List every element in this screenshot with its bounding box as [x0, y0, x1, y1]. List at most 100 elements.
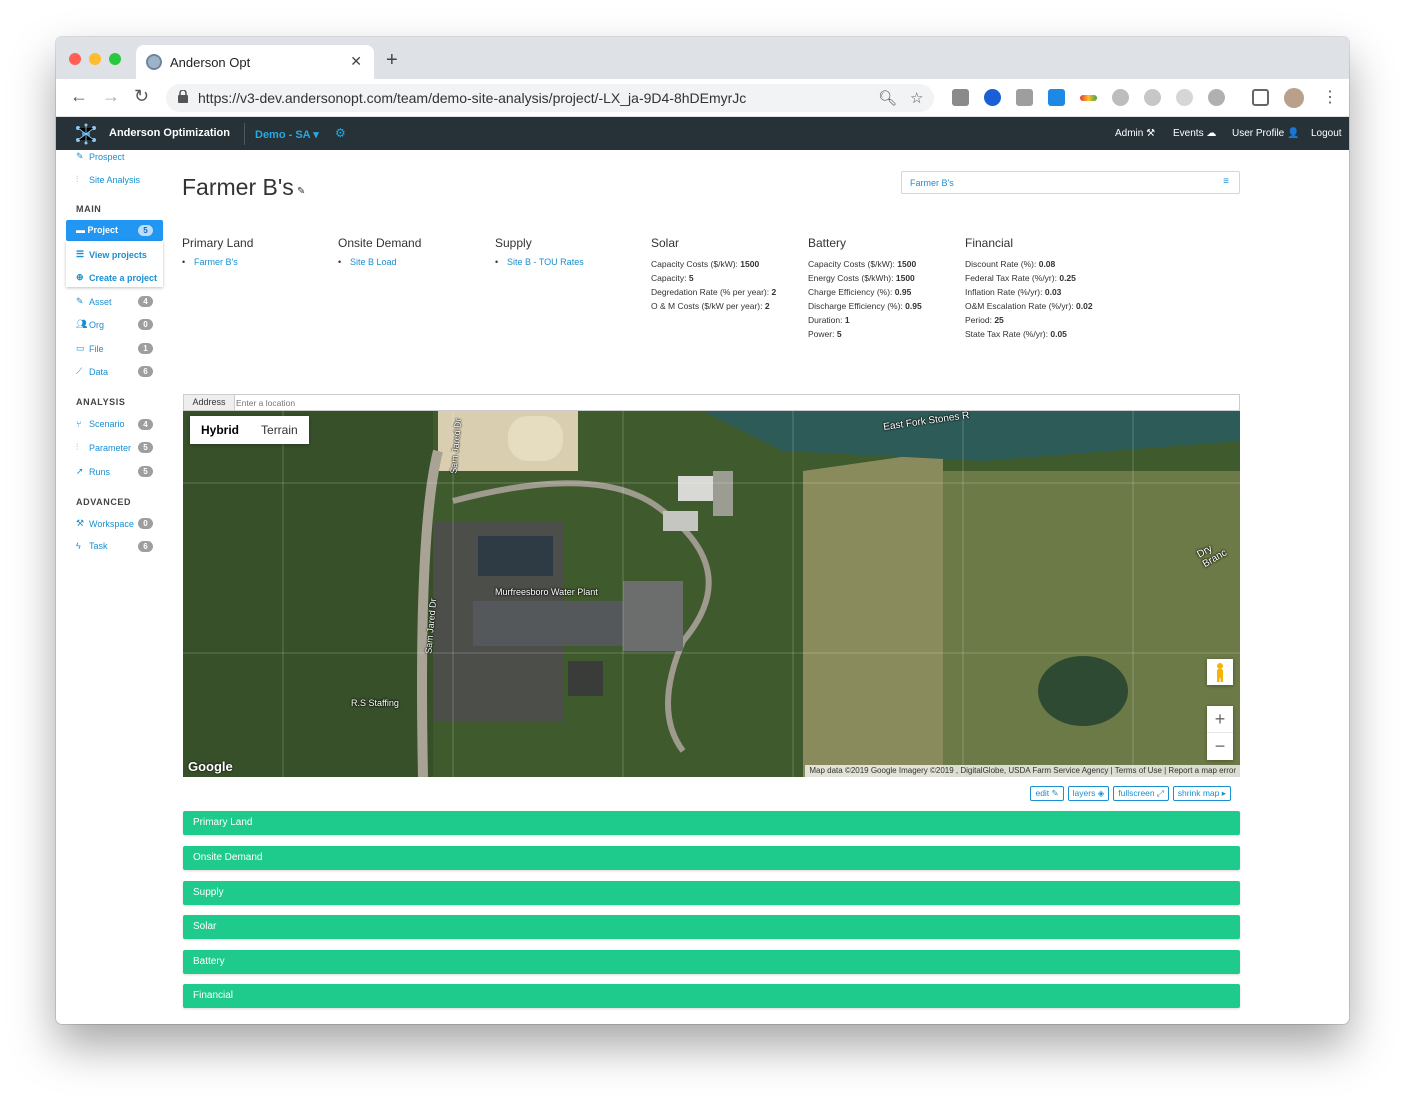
address-search: Address	[183, 394, 1240, 411]
count-badge: 0	[138, 319, 153, 330]
menu-icon[interactable]: ≡	[1223, 176, 1229, 187]
reload-icon[interactable]: ↻	[134, 86, 149, 107]
param-row: Period: 25	[965, 313, 1093, 327]
admin-menu[interactable]: Admin ⚒	[1115, 128, 1155, 139]
list-icon: ☰	[76, 249, 85, 259]
param-value: 0.25	[1059, 273, 1076, 283]
param-row: Discharge Efficiency (%): 0.95	[808, 299, 922, 313]
extension-k-icon[interactable]	[1016, 89, 1033, 106]
panel-primary-land[interactable]: Primary Land	[183, 811, 1240, 835]
new-tab-button[interactable]: +	[386, 49, 398, 72]
tab-close-icon[interactable]: ✕	[350, 53, 362, 70]
panel-solar[interactable]: Solar	[183, 915, 1240, 939]
panel-financial[interactable]: Financial	[183, 984, 1240, 1008]
view-projects-label: View projects	[89, 249, 147, 260]
shrink-map-button[interactable]: shrink map ▸	[1172, 786, 1231, 801]
extension-g-icon[interactable]	[952, 89, 969, 106]
sidebar-item-workspace[interactable]: ⚒ Workspace	[76, 518, 134, 529]
onsite-demand-link[interactable]: Site B Load	[338, 257, 421, 267]
map-actions: edit ✎ layers ◈ fullscreen ⤢ shrink map …	[1030, 786, 1231, 801]
tab-title: Anderson Opt	[170, 55, 251, 70]
team-selector[interactable]: Demo - SA ▾	[255, 128, 319, 141]
profile-avatar[interactable]	[1284, 88, 1304, 108]
dropbox-icon[interactable]	[1048, 89, 1065, 106]
create-project-link[interactable]: ⊕ Create a project	[76, 272, 157, 283]
logout-link[interactable]: Logout	[1311, 128, 1342, 139]
back-icon[interactable]: ←	[70, 86, 88, 107]
zoom-control: + −	[1207, 706, 1233, 760]
param-key: Power:	[808, 329, 835, 339]
browser-tab[interactable]: Anderson Opt ✕	[136, 45, 374, 79]
extension-rainbow-icon[interactable]	[1080, 95, 1097, 101]
google-logo[interactable]: Google	[188, 759, 233, 774]
sidebar-item-file[interactable]: ▭ File	[76, 343, 104, 354]
panel-supply[interactable]: Supply	[183, 881, 1240, 905]
extension-target-icon[interactable]	[1176, 89, 1193, 106]
events-menu[interactable]: Events ☁	[1173, 128, 1216, 139]
sidebar-item-label: Runs	[89, 466, 111, 477]
close-window-button[interactable]	[69, 53, 81, 65]
zoom-out-button[interactable]: −	[1207, 733, 1233, 760]
sidebar-heading-advanced: ADVANCED	[76, 497, 132, 507]
brand-name[interactable]: Anderson Optimization	[109, 127, 230, 139]
summary-heading: Battery	[808, 236, 847, 250]
branch-icon: ⑂	[76, 419, 82, 429]
sidebar-item-project[interactable]: ▬ Project 5	[66, 220, 163, 241]
edit-map-button[interactable]: edit ✎	[1030, 786, 1064, 801]
layers-button[interactable]: layers ◈	[1067, 786, 1110, 801]
address-input[interactable]	[236, 396, 1226, 409]
view-projects-link[interactable]: ☰ View projects	[76, 249, 147, 260]
user-profile-menu[interactable]: User Profile 👤	[1232, 128, 1299, 139]
team-name: Demo - SA	[255, 129, 311, 141]
sidebar-item-site-analysis[interactable]: ⫶ Site Analysis	[76, 174, 140, 185]
site-favicon-icon	[146, 54, 162, 70]
supply-link[interactable]: Site B - TOU Rates	[495, 257, 584, 267]
hybrid-button[interactable]: Hybrid	[190, 416, 250, 444]
arrow-icon: ➚	[76, 466, 84, 476]
param-row: Charge Efficiency (%): 0.95	[808, 285, 922, 299]
satellite-imagery	[183, 411, 1240, 777]
sidebar-item-scenario[interactable]: ⑂ Scenario	[76, 419, 125, 429]
sidebar-item-label: File	[89, 343, 104, 354]
street-view-pegman-icon[interactable]	[1207, 659, 1233, 685]
map-attribution[interactable]: Map data ©2019 Google Imagery ©2019 , Di…	[805, 765, 1240, 777]
sidebar-item-data[interactable]: ⟋ Data	[76, 366, 108, 377]
count-badge: 5	[138, 442, 153, 453]
zoom-in-button[interactable]: +	[1207, 706, 1233, 733]
summary-battery: Battery Capacity Costs ($/kW): 1500 Ener…	[808, 236, 922, 341]
project-selector[interactable]: Farmer B's ≡	[901, 171, 1240, 194]
financial-params: Discount Rate (%): 0.08 Federal Tax Rate…	[965, 257, 1093, 341]
summary-heading: Supply	[495, 236, 532, 250]
extension-circle-icon[interactable]	[1144, 89, 1161, 106]
sidebar-item-task[interactable]: ϟ Task	[76, 541, 108, 551]
satellite-map[interactable]: Murfreesboro Water Plant R.S Staffing Sa…	[183, 411, 1240, 777]
maximize-window-button[interactable]	[109, 53, 121, 65]
sidebar-item-org[interactable]: 👥︎ Org	[76, 319, 104, 330]
panel-onsite-demand[interactable]: Onsite Demand	[183, 846, 1240, 870]
forward-icon[interactable]: →	[102, 86, 120, 107]
sidebar-item-asset[interactable]: ✎ Asset	[76, 296, 112, 307]
minimize-window-button[interactable]	[89, 53, 101, 65]
zoom-icon[interactable]: 🔍︎	[878, 89, 897, 107]
sidebar-item-parameter[interactable]: ⫶ Parameter	[76, 442, 131, 453]
terrain-button[interactable]: Terrain	[250, 416, 309, 444]
summary-financial: Financial Discount Rate (%): 0.08 Federa…	[965, 236, 1093, 341]
sidebar-item-label: Org	[89, 319, 105, 330]
bookmark-star-icon[interactable]: ☆	[910, 89, 923, 107]
sidebar-item-prospect[interactable]: ✎ Prospect	[76, 151, 125, 162]
extension-u-icon[interactable]	[1112, 89, 1129, 106]
browser-window: Anderson Opt ✕ + ← → ↻ https://v3-dev.an…	[56, 37, 1349, 1024]
anderson-logo-icon[interactable]	[74, 123, 98, 145]
primary-land-link[interactable]: Farmer B's	[182, 257, 253, 267]
panel-battery[interactable]: Battery	[183, 950, 1240, 974]
param-row: Capacity Costs ($/kW): 1500	[651, 257, 776, 271]
fullscreen-button[interactable]: fullscreen ⤢	[1113, 786, 1169, 801]
extension-rocket-icon[interactable]	[984, 89, 1001, 106]
cast-icon[interactable]	[1252, 89, 1269, 106]
edit-title-pencil-icon[interactable]: ✎	[297, 186, 305, 197]
browser-menu-icon[interactable]: ⋮	[1322, 87, 1338, 107]
address-bar[interactable]: https://v3-dev.andersonopt.com/team/demo…	[166, 84, 934, 112]
extension-spinner-icon[interactable]	[1208, 89, 1225, 106]
gear-icon[interactable]: ⚙	[335, 126, 346, 140]
sidebar-item-runs[interactable]: ➚ Runs	[76, 466, 110, 477]
